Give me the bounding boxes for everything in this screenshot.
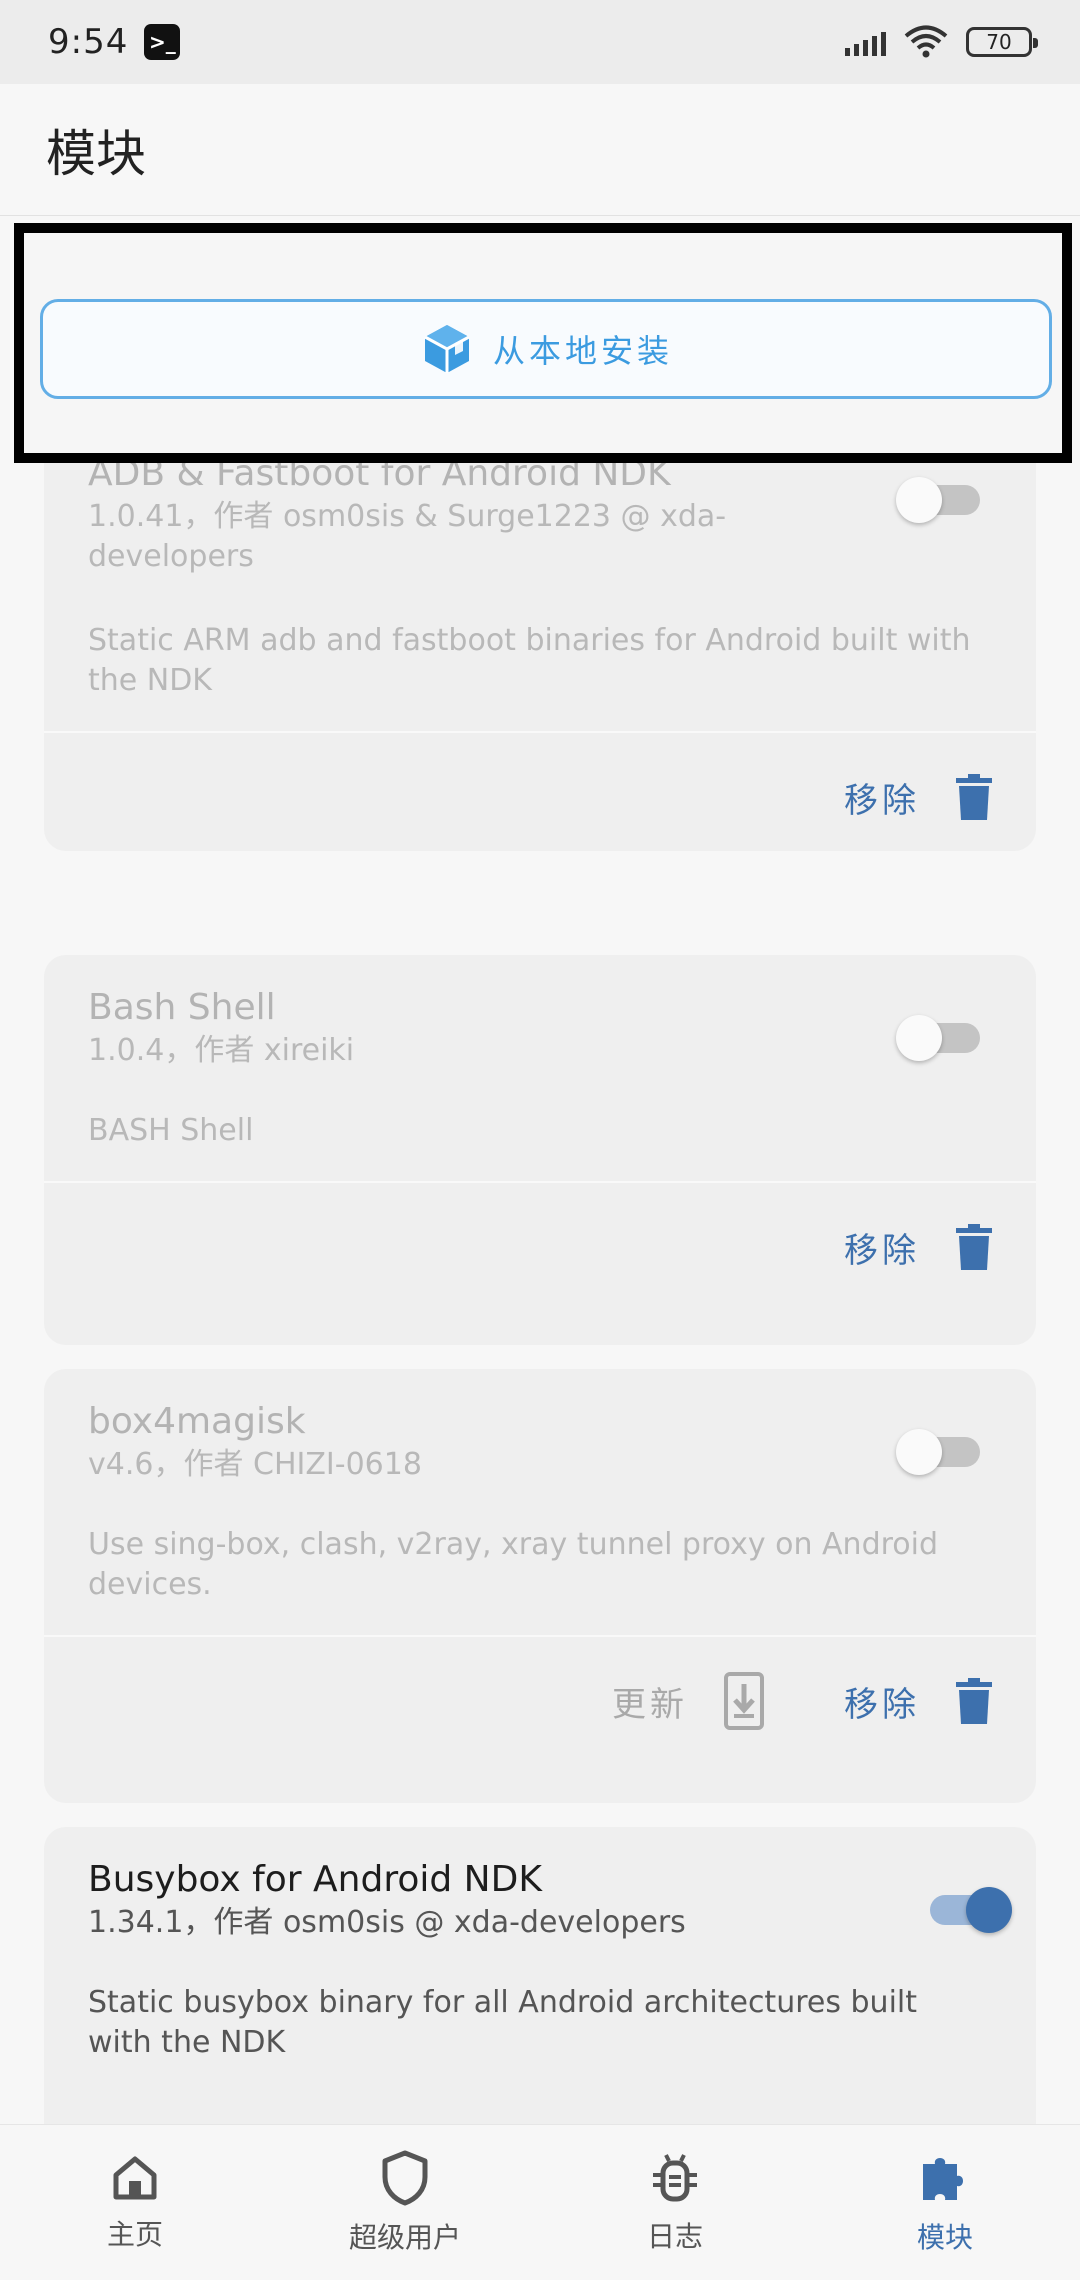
install-highlight-frame: 从本地安装: [14, 223, 1072, 463]
nav-label: 主页: [106, 2217, 163, 2251]
module-card: box4magisk v4.6，作者 CHIZI-0618 Use sing-b…: [44, 1369, 1036, 1803]
puzzle-icon: [923, 2157, 963, 2200]
module-actions: 移除: [44, 1183, 1036, 1311]
nav-label: 模块: [916, 2220, 973, 2254]
trash-icon: [956, 1678, 992, 1724]
status-time: 9:54: [48, 22, 129, 62]
remove-label: 移除: [844, 780, 920, 821]
remove-button[interactable]: 移除: [844, 1677, 992, 1726]
trash-icon: [956, 1224, 992, 1270]
nav-item-logs[interactable]: 日志: [540, 2125, 810, 2280]
update-label: 更新: [612, 1684, 688, 1725]
battery-level: 70: [986, 30, 1012, 54]
battery-indicator: 70: [966, 27, 1038, 57]
package-icon: [424, 325, 470, 373]
module-enable-toggle[interactable]: [920, 1887, 1012, 1933]
module-meta: v4.6，作者 CHIZI-0618: [88, 1447, 422, 1482]
remove-label: 移除: [844, 1230, 920, 1271]
cell-signal-icon: [845, 28, 886, 56]
module-card: Bash Shell 1.0.4，作者 xireiki BASH Shell 移…: [44, 955, 1036, 1345]
module-description: Use sing-box, clash, v2ray, xray tunnel …: [88, 1527, 939, 1602]
module-actions: 移除: [44, 733, 1036, 851]
nav-item-home[interactable]: 主页: [0, 2125, 270, 2280]
app-bar: 模块: [0, 84, 1080, 216]
module-card-info: Bash Shell 1.0.4，作者 xireiki BASH Shell: [44, 955, 1036, 1181]
module-description: BASH Shell: [88, 1113, 254, 1148]
page-title: 模块: [46, 124, 146, 183]
module-actions: 更新 移除: [44, 1637, 1036, 1765]
wifi-icon: [904, 25, 948, 58]
module-title: Busybox for Android NDK: [88, 1859, 542, 1900]
nav-item-modules[interactable]: 模块: [810, 2125, 1080, 2280]
nav-label: 超级用户: [348, 2220, 461, 2254]
nav-item-superuser[interactable]: 超级用户: [270, 2125, 540, 2280]
terminal-app-icon: >_: [144, 24, 181, 60]
nav-label: 日志: [646, 2219, 703, 2253]
status-bar: 9:54 >_ 70: [0, 0, 1080, 84]
module-list[interactable]: ADB & Fastboot for Android NDK 1.0.41，作者…: [0, 217, 1080, 2124]
module-card: Busybox for Android NDK 1.34.1，作者 osm0si…: [44, 1827, 1036, 2124]
module-title: Bash Shell: [88, 987, 276, 1028]
status-indicators: 70: [845, 25, 1038, 59]
download-icon: [724, 1672, 764, 1730]
module-description: Static busybox binary for all Android ar…: [88, 1985, 917, 2060]
home-icon: [113, 2156, 157, 2199]
module-card-info: box4magisk v4.6，作者 CHIZI-0618 Use sing-b…: [44, 1369, 1036, 1635]
remove-button[interactable]: 移除: [844, 1223, 992, 1272]
shield-icon: [382, 2150, 428, 2205]
module-title: box4magisk: [88, 1401, 306, 1442]
module-enable-toggle[interactable]: [896, 1429, 984, 1475]
module-card-info: Busybox for Android NDK 1.34.1，作者 osm0si…: [44, 1827, 1036, 2093]
trash-icon: [956, 774, 992, 820]
module-meta: 1.0.4，作者 xireiki: [88, 1033, 355, 1068]
module-enable-toggle[interactable]: [896, 477, 984, 523]
bottom-navigation: 主页 超级用户 日志 模块: [0, 2124, 1080, 2280]
module-description: Static ARM adb and fastboot binaries for…: [88, 623, 971, 698]
module-enable-toggle[interactable]: [896, 1015, 984, 1061]
install-label: 从本地安装: [492, 332, 673, 370]
module-meta: 1.34.1，作者 osm0sis @ xda-developers: [88, 1905, 686, 1940]
remove-label: 移除: [844, 1684, 920, 1725]
module-meta: 1.0.41，作者 osm0sis & Surge1223 @ xda-deve…: [88, 499, 727, 574]
remove-button[interactable]: 移除: [844, 773, 992, 822]
install-from-storage-button[interactable]: 从本地安装: [40, 299, 1052, 399]
update-button[interactable]: 更新: [612, 1672, 764, 1730]
bug-icon: [653, 2153, 697, 2201]
